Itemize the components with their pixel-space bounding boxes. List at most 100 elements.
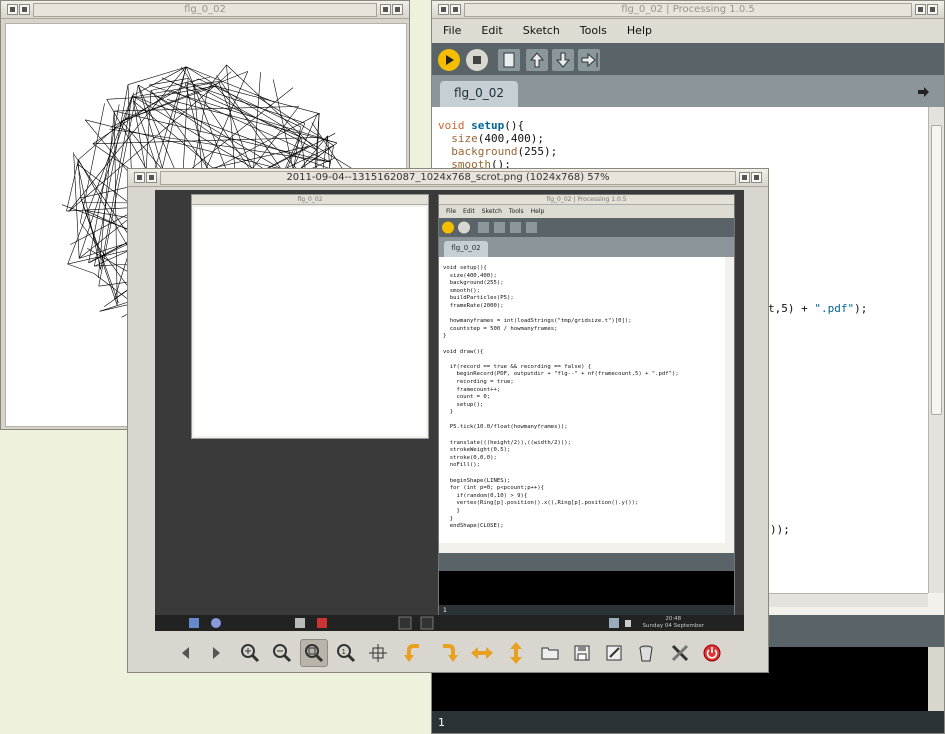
screenshot-menu-item: Help	[530, 208, 545, 215]
new-file-icon	[503, 52, 515, 68]
open-folder-button[interactable]	[536, 639, 564, 667]
rotate-right-button[interactable]	[434, 639, 462, 667]
menu-help[interactable]: Help	[616, 19, 661, 37]
window-close-button[interactable]	[751, 172, 762, 183]
code-token: ".pdf"	[814, 302, 855, 315]
zoom-out-icon	[273, 644, 292, 663]
window-shade-button[interactable]	[146, 172, 157, 183]
previous-image-button[interactable]	[172, 639, 200, 667]
run-button[interactable]	[438, 49, 460, 71]
next-image-button[interactable]	[202, 639, 230, 667]
code-token: );	[854, 302, 868, 315]
rotate-left-button[interactable]	[400, 639, 428, 667]
zoom-fit-button[interactable]	[300, 639, 328, 667]
screenshot-sketch-window: flg_0_02	[191, 194, 429, 439]
console-scrollbar[interactable]	[928, 647, 944, 711]
screenshot-tab: flg_0_02	[444, 241, 488, 257]
tab-flg_0_02[interactable]: flg_0_02	[440, 81, 518, 107]
window-menu-button[interactable]	[7, 4, 18, 15]
menu-sketch[interactable]: Sketch	[512, 19, 569, 37]
stop-icon	[473, 56, 481, 64]
save-image-button[interactable]	[568, 639, 596, 667]
quit-button[interactable]	[698, 639, 726, 667]
ide-tabs-bar: flg_0_02	[432, 75, 944, 107]
menu-file[interactable]: File	[432, 19, 470, 37]
play-icon	[446, 55, 454, 65]
fullscreen-icon	[369, 644, 387, 662]
sketch-window-title: flg_0_02	[33, 3, 377, 17]
window-minimize-button[interactable]	[380, 4, 391, 15]
stop-button[interactable]	[466, 49, 488, 71]
arrow-down-icon	[555, 52, 571, 68]
save-button[interactable]	[552, 49, 574, 71]
code-token: size	[438, 132, 478, 145]
code-token: setup	[471, 119, 505, 132]
tab-menu-arrow-icon[interactable]	[914, 83, 932, 101]
delete-icon	[639, 645, 653, 662]
screenshot-console	[439, 571, 734, 605]
open-button[interactable]	[526, 49, 548, 71]
viewer-window-title: 2011-09-04--1315162087_1024x768_scrot.pn…	[160, 171, 736, 185]
fullscreen-button[interactable]	[364, 639, 392, 667]
ide-titlebar[interactable]: flg_0_02 | Processing 1.0.5	[432, 1, 944, 19]
flip-vertical-button[interactable]	[502, 639, 530, 667]
delete-image-button[interactable]	[632, 639, 660, 667]
preferences-icon	[671, 644, 689, 662]
ide-menubar: File Edit Sketch Tools Help	[432, 19, 944, 43]
zoom-out-button[interactable]	[268, 639, 296, 667]
svg-text:1: 1	[342, 648, 346, 656]
screenshot-menu-item: Tools	[508, 208, 524, 215]
window-close-button[interactable]	[392, 4, 403, 15]
flip-horizontal-button[interactable]	[468, 639, 496, 667]
window-minimize-button[interactable]	[915, 4, 926, 15]
code-text: void setup(){ size(400,400); background(…	[438, 119, 557, 171]
image-viewer-window: 2011-09-04--1315162087_1024x768_scrot.pn…	[127, 168, 769, 673]
window-menu-button[interactable]	[134, 172, 145, 183]
viewer-toolbar: 1	[128, 633, 768, 672]
code-fragment-bracket: ));	[770, 523, 790, 536]
image-view-area[interactable]: flg_0_02 flg_0_02 | Processing 1.0.5 Fil…	[155, 190, 744, 631]
new-button[interactable]	[498, 49, 520, 71]
zoom-actual-button[interactable]: 1	[332, 639, 360, 667]
menu-tools[interactable]: Tools	[569, 19, 616, 37]
open-folder-icon	[541, 647, 559, 660]
export-arrow-icon	[581, 52, 598, 68]
screenshot-clock-time: 20:48	[665, 616, 682, 622]
window-shade-button[interactable]	[450, 4, 461, 15]
screenshot-menu-item: Sketch	[481, 208, 502, 215]
code-token: (){	[504, 119, 525, 132]
zoom-actual-icon: 1	[337, 644, 356, 663]
menu-edit[interactable]: Edit	[470, 19, 511, 37]
screenshot-clock: 20:48 Sunday 04 September	[643, 616, 704, 630]
code-token: (255);	[517, 145, 558, 158]
quit-icon	[703, 644, 721, 662]
screenshot-status-bar	[439, 553, 734, 571]
screenshot-taskbar: 20:48 Sunday 04 September	[155, 615, 744, 631]
arrow-left-icon	[182, 647, 189, 659]
window-shade-button[interactable]	[19, 4, 30, 15]
window-minimize-button[interactable]	[739, 172, 750, 183]
edit-image-button[interactable]	[600, 639, 628, 667]
rotate-left-icon	[404, 644, 419, 662]
preferences-button[interactable]	[666, 639, 694, 667]
window-close-button[interactable]	[927, 4, 938, 15]
sketch-titlebar[interactable]: flg_0_02	[1, 1, 409, 19]
zoom-in-button[interactable]	[236, 639, 264, 667]
screenshot-code: void setup(){ size(400,400); background(…	[443, 265, 679, 530]
screenshot-menu-item: File	[446, 208, 457, 215]
save-icon	[574, 645, 590, 661]
screenshot-ide-title: flg_0_02 | Processing 1.0.5	[439, 195, 734, 205]
screenshot-ide-window: flg_0_02 | Processing 1.0.5 File Edit Sket…	[438, 194, 735, 616]
code-token: (400,400);	[477, 132, 544, 145]
screenshot-menu-item: Edit	[463, 208, 475, 215]
code-token: void	[438, 119, 472, 132]
export-button[interactable]	[578, 49, 600, 71]
viewer-titlebar[interactable]: 2011-09-04--1315162087_1024x768_scrot.pn…	[128, 169, 768, 187]
screenshot-clock-date: Sunday 04 September	[642, 623, 704, 629]
screenshot-toolbar	[439, 218, 734, 237]
ide-window-title: flg_0_02 | Processing 1.0.5	[464, 3, 912, 17]
window-menu-button[interactable]	[438, 4, 449, 15]
scrollbar-thumb[interactable]	[931, 125, 942, 415]
editor-vertical-scrollbar[interactable]	[928, 107, 944, 593]
screenshot-menubar: File Edit Sketch Tools Help	[439, 205, 734, 218]
